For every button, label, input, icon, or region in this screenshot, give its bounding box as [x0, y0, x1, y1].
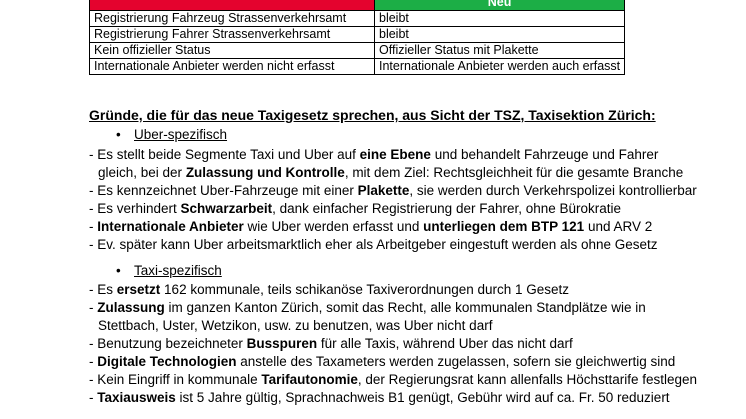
text-segment: -	[89, 219, 98, 234]
list-item: - Zulassung im ganzen Kanton Zürich, som…	[89, 299, 646, 317]
list-item: - Es stellt beide Segmente Taxi und Uber…	[89, 146, 658, 164]
list-item: - Es kennzeichnet Uber-Fahrzeuge mit ein…	[89, 182, 697, 200]
section-title: Uber-spezifisch	[134, 127, 228, 142]
table-row: Kein offizieller Status Offizieller Stat…	[89, 42, 626, 59]
list-item: Stettbach, Uster, Wetzikon, usw. zu benu…	[98, 317, 492, 335]
text-segment: wie Uber werden erfasst und	[243, 219, 424, 234]
table-cell: Internationale Anbieter werden auch erfa…	[373, 58, 626, 75]
text-segment: - Es	[89, 282, 117, 297]
text-segment: und ARV 2	[584, 219, 653, 234]
text-segment: 162 kommunale, teils schikanöse Taxivero…	[160, 282, 570, 297]
text-segment: - Ev. später kann Uber arbeitsmarktlich …	[89, 237, 658, 252]
bold-text: Schwarzarbeit	[180, 201, 273, 216]
text-segment: Stettbach, Uster, Wetzikon, usw. zu benu…	[98, 318, 493, 333]
text-segment: - Es stellt beide Segmente Taxi und Uber…	[89, 147, 360, 162]
bold-text: Tarifautonomie	[261, 372, 358, 387]
bold-text: Zulassung und Kontrolle	[185, 165, 345, 180]
section-bullet: • Taxi-spezifisch	[116, 263, 222, 278]
text-segment: , sie werden durch Verkehrspolizei kontr…	[409, 183, 697, 198]
section-bullet: • Uber-spezifisch	[116, 127, 227, 142]
text-segment: anstelle des Taxameters werden zugelasse…	[236, 354, 676, 369]
section-heading: Gründe, die für das neue Taxigesetz spre…	[89, 107, 656, 123]
bullet-dot: •	[116, 263, 121, 278]
bold-text: Taxiausweis	[97, 390, 176, 405]
text-segment: , dank einfacher Registrierung der Fahre…	[272, 201, 622, 216]
list-item: - Es verhindert Schwarzarbeit, dank einf…	[89, 200, 621, 218]
header-cell-new: Neu	[373, 0, 626, 11]
text-segment: -	[89, 354, 98, 369]
bold-text: Digitale Technologien	[97, 354, 237, 369]
text-segment: - Kein Eingriff in kommunale	[89, 372, 262, 387]
bold-text: Internationale Anbieter	[97, 219, 244, 234]
text-segment: für alle Taxis, während Uber das nicht d…	[317, 336, 573, 351]
table-row: Registrierung Fahrer Strassenverkehrsamt…	[89, 26, 626, 43]
text-segment: , der Regierungsrat kann allenfalls Höch…	[357, 372, 698, 387]
table-cell: Internationale Anbieter werden nicht erf…	[89, 58, 375, 75]
table-cell: Registrierung Fahrer Strassenverkehrsamt	[89, 26, 375, 43]
text-segment: im ganzen Kanton Zürich, somit das Recht…	[164, 300, 646, 315]
list-item: - Benutzung bezeichneter Busspuren für a…	[89, 335, 573, 353]
table-cell: Kein offizieller Status	[89, 42, 375, 59]
list-item: - Internationale Anbieter wie Uber werde…	[89, 218, 652, 236]
bold-text: unterliegen dem BTP 121	[423, 219, 585, 234]
table-cell: Registrierung Fahrzeug Strassenverkehrsa…	[89, 10, 375, 27]
list-item: - Taxiausweis ist 5 Jahre gültig, Sprach…	[89, 389, 670, 407]
bold-text: eine Ebene	[359, 147, 431, 162]
document-page: Neu Registrierung Fahrzeug Strassenverke…	[0, 0, 746, 419]
bold-text: Busspuren	[246, 336, 318, 351]
text-segment: - Benutzung bezeichneter	[89, 336, 247, 351]
list-item: - Ev. später kann Uber arbeitsmarktlich …	[89, 236, 658, 254]
list-item: - Digitale Technologien anstelle des Tax…	[89, 353, 675, 371]
text-segment: -	[89, 300, 98, 315]
section-title: Taxi-spezifisch	[134, 263, 222, 278]
text-segment: -	[89, 390, 98, 405]
comparison-table: Neu Registrierung Fahrzeug Strassenverke…	[89, 0, 626, 75]
bold-text: Plakette	[357, 183, 410, 198]
list-item: - Kein Eingriff in kommunale Tarifautono…	[89, 371, 697, 389]
text-segment: ist 5 Jahre gültig, Sprachnachweis B1 ge…	[175, 390, 670, 405]
text-segment: und behandelt Fahrzeuge und Fahrer	[430, 147, 659, 162]
table-row: Internationale Anbieter werden nicht erf…	[89, 58, 626, 75]
table-cell: Offizieller Status mit Plakette	[373, 42, 626, 59]
table-row: Registrierung Fahrzeug Strassenverkehrsa…	[89, 10, 626, 27]
table-header-row: Neu	[89, 0, 626, 11]
list-item: gleich, bei der Zulassung und Kontrolle,…	[98, 164, 683, 182]
table-cell: bleibt	[373, 10, 626, 27]
text-segment: - Es verhindert	[89, 201, 181, 216]
text-segment: , mit dem Ziel: Rechtsgleichheit für die…	[344, 165, 684, 180]
bold-text: Zulassung	[97, 300, 165, 315]
header-cell-old	[89, 0, 375, 11]
list-item: - Es ersetzt 162 kommunale, teils schika…	[89, 281, 569, 299]
table-cell: bleibt	[373, 26, 626, 43]
bold-text: ersetzt	[116, 282, 161, 297]
bullet-dot: •	[116, 127, 121, 142]
text-segment: - Es kennzeichnet Uber-Fahrzeuge mit ein…	[89, 183, 358, 198]
text-segment: gleich, bei der	[98, 165, 186, 180]
